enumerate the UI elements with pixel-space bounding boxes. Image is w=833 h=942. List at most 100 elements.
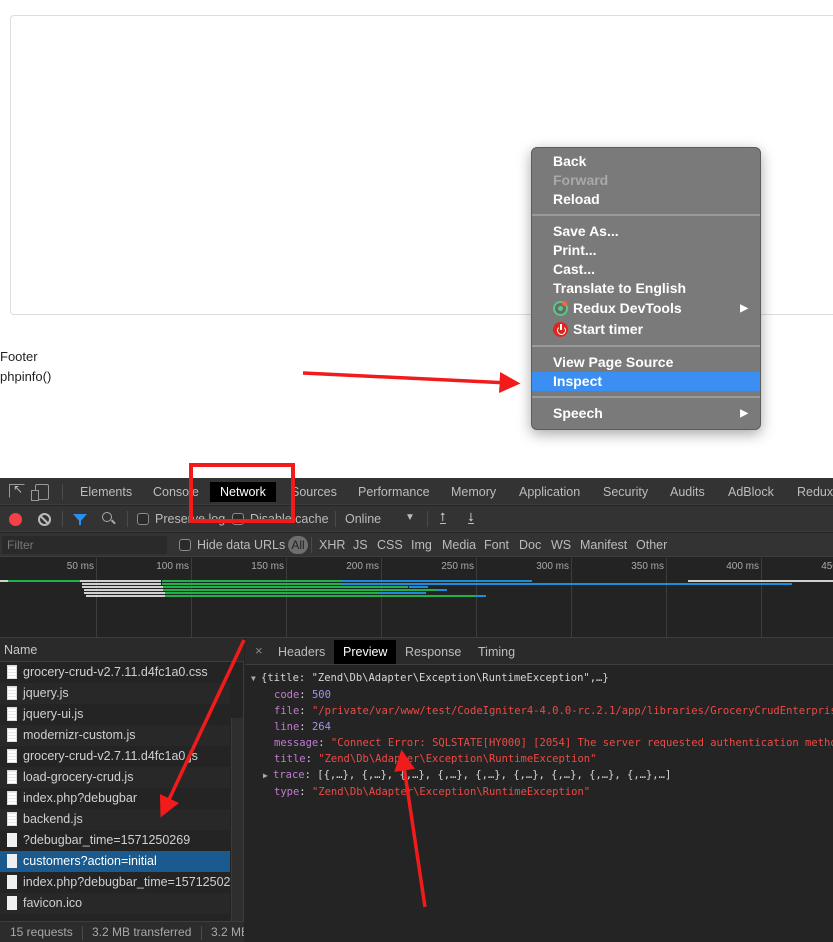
filter-icon[interactable] bbox=[73, 514, 87, 525]
inspect-element-icon[interactable] bbox=[9, 482, 25, 498]
timeline-tick-label: 200 ms bbox=[346, 561, 379, 572]
tab-adblock[interactable]: AdBlock bbox=[718, 482, 784, 502]
menu-item-cast[interactable]: Cast... bbox=[532, 260, 760, 279]
filter-bar: Hide data URLs All XHR JS CSS Img Media … bbox=[0, 533, 833, 557]
record-icon[interactable] bbox=[9, 513, 22, 526]
request-row[interactable]: backend.js bbox=[0, 809, 230, 830]
request-name: index.php?debugbar_time=1571250269 bbox=[23, 875, 230, 889]
tab-redux[interactable]: Redux bbox=[787, 482, 833, 502]
divider bbox=[82, 926, 83, 940]
type-filter-other[interactable]: Other bbox=[636, 533, 667, 557]
menu-item-print[interactable]: Print... bbox=[532, 241, 760, 260]
redux-devtools-icon bbox=[553, 301, 568, 316]
menu-item-label: Cast... bbox=[553, 261, 596, 277]
json-root[interactable]: ▼ {title: "Zend\Db\Adapter\Exception\Runt… bbox=[251, 670, 833, 687]
type-filter-all[interactable]: All bbox=[288, 536, 308, 554]
request-row[interactable]: index.php?debugbar bbox=[0, 788, 230, 809]
menu-item-speech[interactable]: Speech ▶ bbox=[532, 404, 760, 423]
script-file-icon bbox=[7, 749, 17, 763]
request-row[interactable]: modernizr-custom.js bbox=[0, 725, 230, 746]
tab-headers[interactable]: Headers bbox=[269, 640, 334, 664]
tab-elements[interactable]: Elements bbox=[70, 482, 142, 502]
type-filter-manifest[interactable]: Manifest bbox=[580, 533, 627, 557]
menu-item-label: View Page Source bbox=[553, 354, 674, 370]
menu-item-label: Back bbox=[553, 153, 587, 169]
tab-application[interactable]: Application bbox=[509, 482, 590, 502]
menu-item-start-timer[interactable]: Start timer bbox=[532, 319, 760, 340]
tab-response[interactable]: Response bbox=[396, 640, 470, 664]
json-field-trace[interactable]: ▶ trace: [{,…}, {,…}, {,…}, {,…}, {,…}, {… bbox=[251, 767, 833, 784]
phpinfo-link[interactable]: phpinfo() bbox=[0, 367, 51, 387]
request-row[interactable]: load-grocery-crud.js bbox=[0, 767, 230, 788]
export-har-icon[interactable]: ⭣ bbox=[468, 511, 474, 524]
transferred-size: 3.2 MB transferred bbox=[92, 925, 192, 939]
json-value: 264 bbox=[311, 721, 331, 733]
request-row[interactable]: index.php?debugbar_time=1571250269 bbox=[0, 872, 230, 893]
preserve-log-checkbox[interactable] bbox=[137, 513, 149, 525]
menu-item-save-as[interactable]: Save As... bbox=[532, 222, 760, 241]
tab-audits[interactable]: Audits bbox=[660, 482, 715, 502]
menu-item-label: Inspect bbox=[553, 373, 603, 389]
context-menu: Back Forward Reload Save As... Print... … bbox=[531, 147, 761, 430]
divider bbox=[127, 511, 128, 527]
divider bbox=[62, 484, 63, 500]
tab-memory[interactable]: Memory bbox=[441, 482, 506, 502]
expand-triangle-icon[interactable]: ▶ bbox=[263, 768, 273, 784]
import-har-icon[interactable]: ⭡ bbox=[440, 511, 446, 524]
menu-item-redux-devtools[interactable]: Redux DevTools ▶ bbox=[532, 298, 760, 319]
tab-performance[interactable]: Performance bbox=[348, 482, 440, 502]
timeline-gridline bbox=[286, 558, 287, 638]
tab-preview[interactable]: Preview bbox=[334, 640, 397, 664]
device-toolbar-icon[interactable] bbox=[31, 484, 49, 501]
request-row[interactable]: jquery-ui.js bbox=[0, 704, 230, 725]
json-value: 500 bbox=[311, 689, 331, 701]
menu-item-reload[interactable]: Reload bbox=[532, 190, 760, 209]
clear-icon[interactable] bbox=[38, 513, 51, 526]
type-filter-img[interactable]: Img bbox=[411, 533, 432, 557]
json-summary: {title: "Zend\Db\Adapter\Exception\Runti… bbox=[261, 672, 609, 684]
devtools-tab-bar: Elements Console Network Sources Perform… bbox=[0, 478, 833, 505]
timeline-request-bar bbox=[81, 586, 164, 588]
json-field-message: message: "Connect Error: SQLSTATE[HY000]… bbox=[251, 735, 833, 751]
request-row[interactable]: grocery-crud-v2.7.11.d4fc1a0.js bbox=[0, 746, 230, 767]
search-icon[interactable] bbox=[102, 512, 112, 522]
annotation-arrow-to-inspect bbox=[302, 371, 521, 393]
expand-triangle-icon[interactable]: ▼ bbox=[251, 671, 261, 687]
request-row[interactable]: customers?action=initial bbox=[0, 851, 230, 872]
type-filter-doc[interactable]: Doc bbox=[519, 533, 541, 557]
request-row[interactable]: favicon.ico bbox=[0, 893, 230, 914]
menu-item-translate[interactable]: Translate to English bbox=[532, 279, 760, 298]
timeline-tick-label: 250 ms bbox=[441, 561, 474, 572]
request-row[interactable]: jquery.js bbox=[0, 683, 230, 704]
json-value: "/private/var/www/test/CodeIgniter4-4.0.… bbox=[311, 705, 833, 717]
hide-data-urls-checkbox[interactable] bbox=[179, 539, 191, 551]
type-filter-ws[interactable]: WS bbox=[551, 533, 571, 557]
network-overview-timeline[interactable]: 50 ms 100 ms 150 ms 200 ms 250 ms 300 ms 350 m… bbox=[0, 558, 833, 638]
throttling-select[interactable]: Online bbox=[345, 506, 381, 532]
type-filter-font[interactable]: Font bbox=[484, 533, 509, 557]
menu-item-inspect[interactable]: Inspect bbox=[532, 372, 760, 391]
filter-input[interactable] bbox=[2, 536, 167, 554]
chevron-down-icon[interactable]: ▼ bbox=[405, 512, 415, 523]
tab-security[interactable]: Security bbox=[593, 482, 658, 502]
timeline-request-bar bbox=[7, 580, 88, 582]
close-icon[interactable]: × bbox=[255, 643, 263, 658]
submenu-arrow-icon: ▶ bbox=[740, 303, 748, 314]
menu-item-view-page-source[interactable]: View Page Source bbox=[532, 353, 760, 372]
json-value: "Connect Error: SQLSTATE[HY000] [2054] T… bbox=[330, 737, 833, 749]
type-filter-css[interactable]: CSS bbox=[377, 533, 403, 557]
document-file-icon bbox=[7, 833, 17, 847]
column-header-name[interactable]: Name bbox=[0, 638, 244, 662]
json-field-line: line: 264 bbox=[274, 721, 331, 733]
menu-item-label: Forward bbox=[553, 172, 609, 188]
type-filter-xhr[interactable]: XHR bbox=[319, 533, 345, 557]
request-name: favicon.ico bbox=[23, 896, 83, 910]
devtools-panel: Elements Console Network Sources Perform… bbox=[0, 478, 833, 942]
menu-item-back[interactable]: Back bbox=[532, 152, 760, 171]
request-list-scrollbar[interactable] bbox=[231, 718, 243, 921]
request-row[interactable]: grocery-crud-v2.7.11.d4fc1a0.css bbox=[0, 662, 230, 683]
type-filter-js[interactable]: JS bbox=[353, 533, 368, 557]
type-filter-media[interactable]: Media bbox=[442, 533, 476, 557]
request-row[interactable]: ?debugbar_time=1571250269 bbox=[0, 830, 230, 851]
tab-timing[interactable]: Timing bbox=[469, 640, 524, 664]
